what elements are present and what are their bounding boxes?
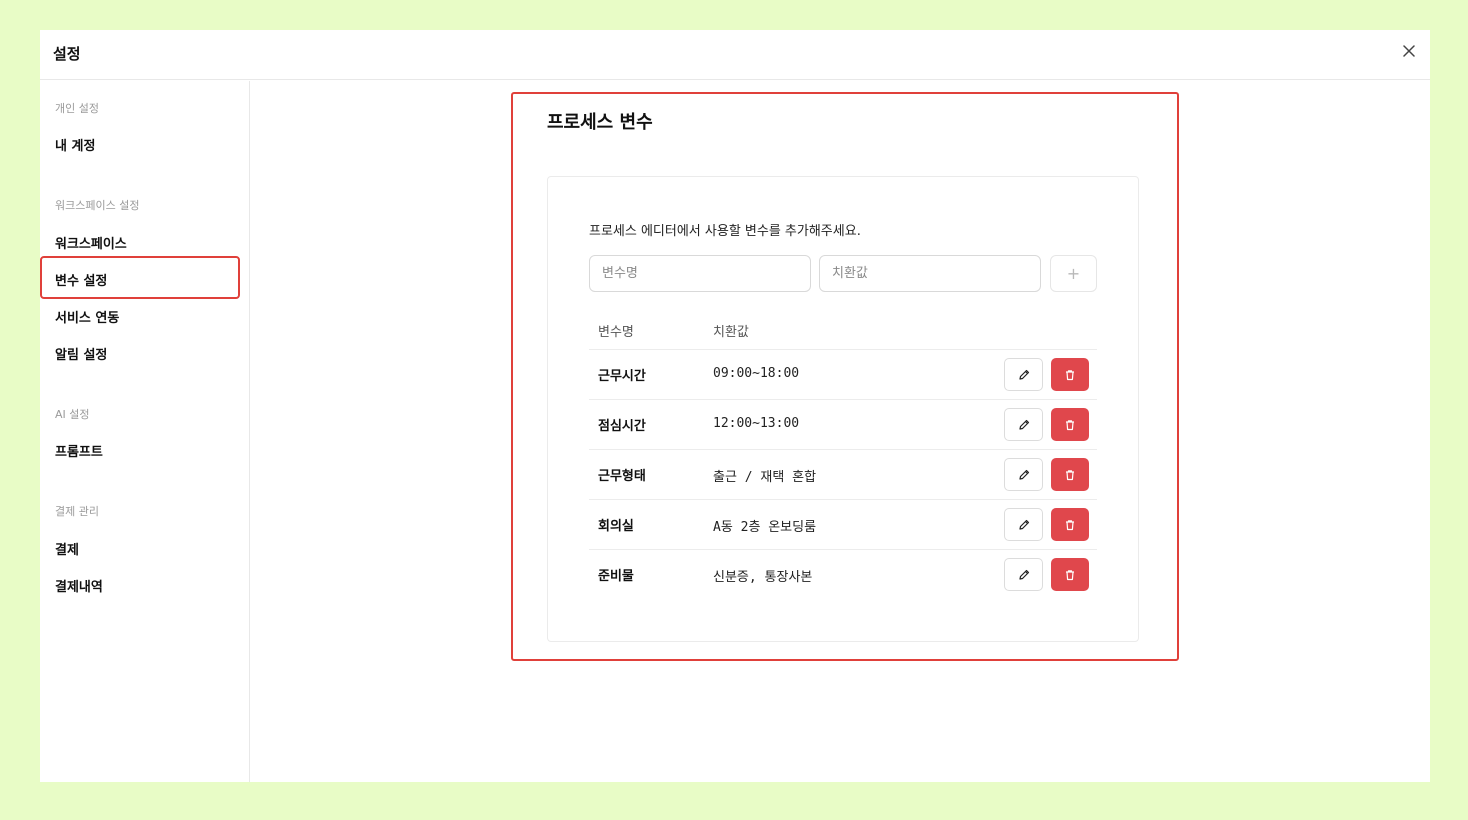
edit-button[interactable] xyxy=(1004,358,1043,391)
settings-title: 설정 xyxy=(53,45,81,63)
table-row: 회의실 A동 2층 온보딩룸 xyxy=(589,499,1097,549)
sidebar-item-integrations[interactable]: 서비스 연동 xyxy=(55,307,119,326)
column-header-value: 치환값 xyxy=(713,325,749,340)
variables-description: 프로세스 에디터에서 사용할 변수를 추가해주세요. xyxy=(589,224,861,239)
pencil-icon xyxy=(1018,419,1029,430)
add-variable-button[interactable]: + xyxy=(1050,255,1097,292)
trash-icon xyxy=(1066,419,1074,430)
plus-icon: + xyxy=(1066,264,1081,283)
variable-value: 12:00~13:00 xyxy=(713,416,800,431)
variable-name: 근무시간 xyxy=(598,369,646,384)
sidebar-item-billing[interactable]: 결제 xyxy=(55,539,79,558)
variable-name: 근무형태 xyxy=(598,469,646,484)
delete-button[interactable] xyxy=(1051,408,1089,441)
variable-value-input[interactable] xyxy=(819,255,1041,292)
sidebar-group-personal: 개인 설정 xyxy=(55,102,99,115)
delete-button[interactable] xyxy=(1051,458,1089,491)
page-title: 프로세스 변수 xyxy=(547,112,653,133)
process-variables-section: 프로세스 변수 프로세스 에디터에서 사용할 변수를 추가해주세요. + 변수명… xyxy=(511,92,1179,661)
trash-icon xyxy=(1066,369,1074,380)
edit-button[interactable] xyxy=(1004,508,1043,541)
variable-value: A동 2층 온보딩룸 xyxy=(713,520,817,535)
variable-name: 점심시간 xyxy=(598,419,646,434)
edit-button[interactable] xyxy=(1004,558,1043,591)
delete-button[interactable] xyxy=(1051,558,1089,591)
sidebar-item-billing-history[interactable]: 결제내역 xyxy=(55,576,103,595)
sidebar-item-workspace[interactable]: 워크스페이스 xyxy=(55,233,127,252)
pencil-icon xyxy=(1018,519,1029,530)
pencil-icon xyxy=(1018,569,1029,580)
sidebar-item-my-account[interactable]: 내 계정 xyxy=(55,135,95,154)
trash-icon xyxy=(1066,469,1074,480)
table-row: 점심시간 12:00~13:00 xyxy=(589,399,1097,449)
pencil-icon xyxy=(1018,369,1029,380)
sidebar-group-billing: 결제 관리 xyxy=(55,505,99,518)
variable-value: 09:00~18:00 xyxy=(713,366,800,381)
close-icon xyxy=(1403,45,1415,57)
sidebar-group-workspace: 워크스페이스 설정 xyxy=(55,199,140,212)
table-row: 준비물 신분증, 통장사본 xyxy=(589,549,1097,599)
edit-button[interactable] xyxy=(1004,408,1043,441)
variables-card: 프로세스 에디터에서 사용할 변수를 추가해주세요. + 변수명 치환값 근무시… xyxy=(547,176,1139,642)
sidebar-group-ai: AI 설정 xyxy=(55,408,90,421)
variable-name: 회의실 xyxy=(598,519,634,534)
column-header-name: 변수명 xyxy=(598,325,634,340)
close-button[interactable] xyxy=(1400,42,1418,60)
delete-button[interactable] xyxy=(1051,508,1089,541)
variable-name: 준비물 xyxy=(598,569,634,584)
sidebar-item-variables[interactable]: 변수 설정 xyxy=(55,270,107,289)
trash-icon xyxy=(1066,569,1074,580)
pencil-icon xyxy=(1018,469,1029,480)
variable-name-input[interactable] xyxy=(589,255,811,292)
table-row: 근무시간 09:00~18:00 xyxy=(589,349,1097,399)
trash-icon xyxy=(1066,519,1074,530)
delete-button[interactable] xyxy=(1051,358,1089,391)
sidebar-item-prompt[interactable]: 프롬프트 xyxy=(55,441,103,460)
variable-value: 출근 / 재택 혼합 xyxy=(713,470,817,485)
edit-button[interactable] xyxy=(1004,458,1043,491)
settings-header: 설정 xyxy=(40,30,1430,80)
sidebar-item-notifications[interactable]: 알림 설정 xyxy=(55,344,107,363)
variable-value: 신분증, 통장사본 xyxy=(713,570,813,585)
settings-window: 설정 개인 설정 내 계정 워크스페이스 설정 워크스페이스 변수 설정 서비스… xyxy=(40,30,1430,782)
table-row: 근무형태 출근 / 재택 혼합 xyxy=(589,449,1097,499)
settings-sidebar: 개인 설정 내 계정 워크스페이스 설정 워크스페이스 변수 설정 서비스 연동… xyxy=(40,81,250,782)
